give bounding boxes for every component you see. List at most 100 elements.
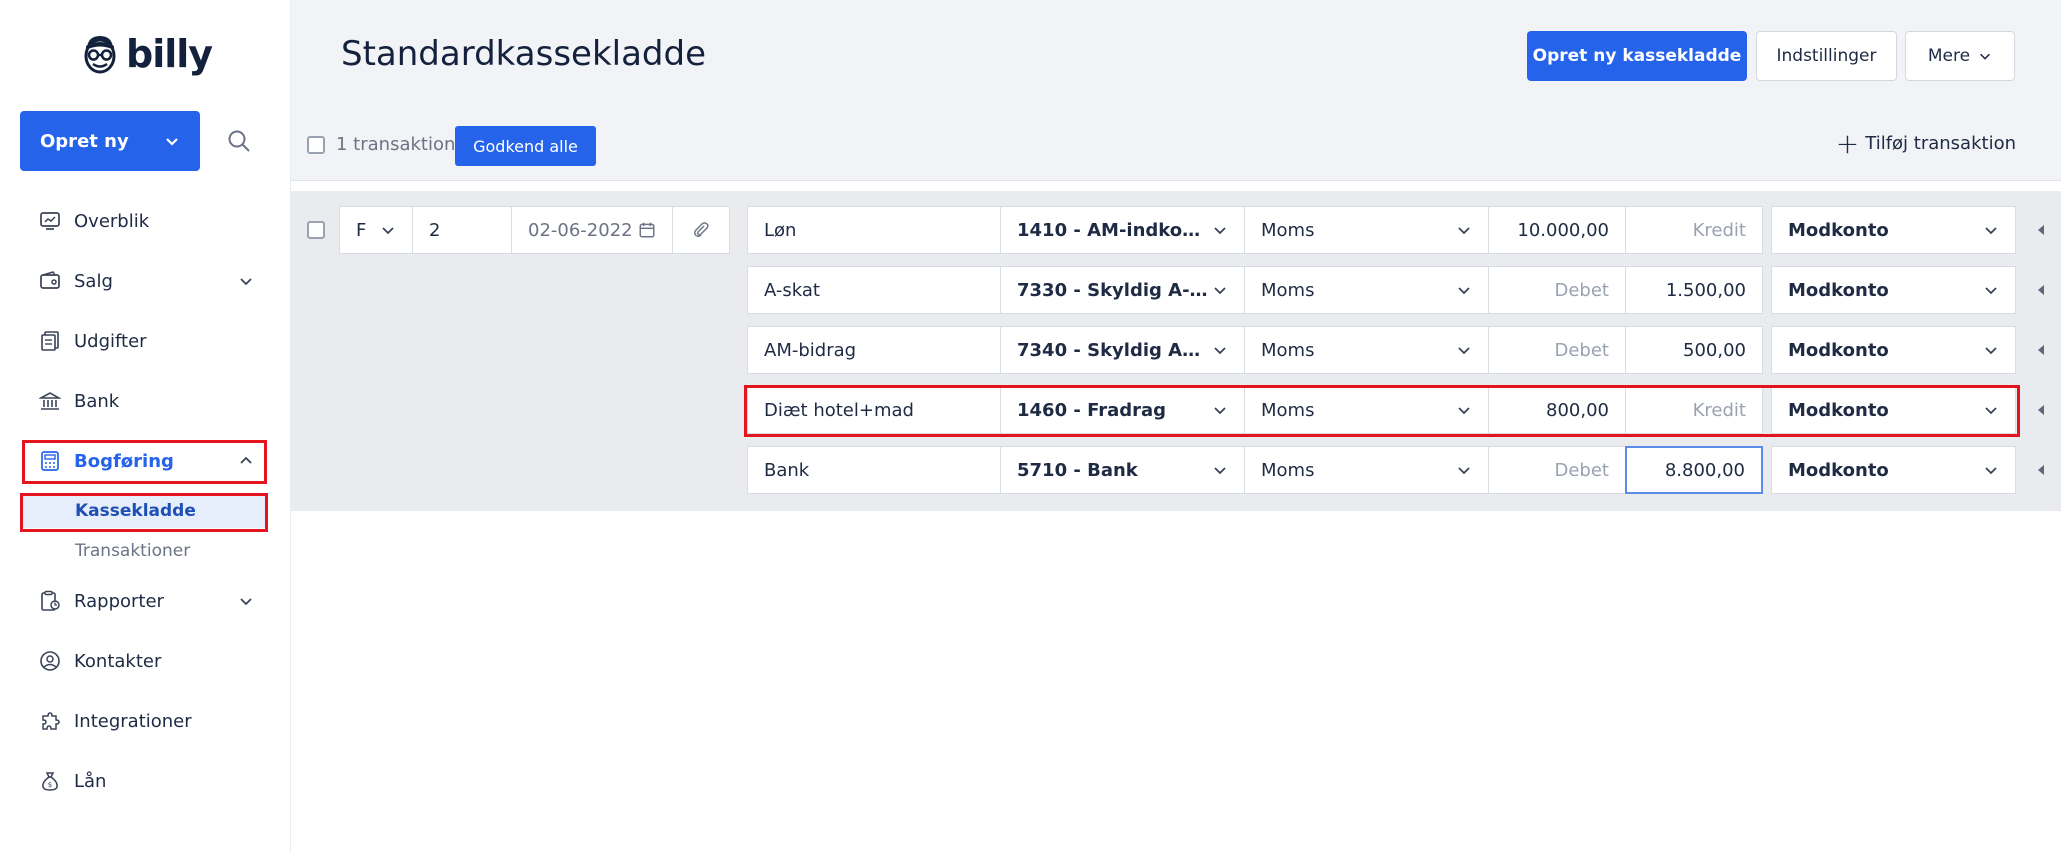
line-debit-input[interactable]: Debet [1488, 326, 1626, 374]
line-vat-select[interactable]: Moms [1244, 206, 1489, 254]
collapse-arrow-icon[interactable] [2038, 465, 2044, 475]
chevron-down-icon [1214, 407, 1226, 415]
line-text-input[interactable]: AM-bidrag [747, 326, 1001, 374]
line-text-input[interactable]: Løn [747, 206, 1001, 254]
sidebar-item-udgifter[interactable]: Udgifter [24, 319, 266, 363]
billy-logo[interactable]: billy [80, 32, 213, 76]
line-debit-value: 800,00 [1546, 399, 1609, 421]
sidebar-item-overblik[interactable]: Overblik [24, 199, 266, 243]
line-debit-input[interactable]: Debet [1488, 266, 1626, 314]
line-account-value: 7340 - Skyldig AM-bi... [1017, 339, 1212, 361]
sidebar-item-bogforing[interactable]: Bogføring [24, 439, 266, 483]
line-debit-input[interactable]: 800,00 [1488, 386, 1626, 434]
line-text-input[interactable]: A-skat [747, 266, 1001, 314]
search-icon[interactable] [226, 128, 252, 154]
transaction-type-select[interactable]: F [339, 206, 413, 254]
transaction-number-input[interactable]: 2 [412, 206, 512, 254]
line-account-select[interactable]: 1410 - AM-indkomst [1000, 206, 1245, 254]
line-credit-value: Kredit [1692, 399, 1746, 421]
line-account-select[interactable]: 5710 - Bank [1000, 446, 1245, 494]
contact-icon [38, 649, 62, 673]
add-transaction-button[interactable]: + Tilføj transaktion [1836, 129, 2016, 157]
line-credit-value: 500,00 [1683, 339, 1746, 361]
line-contra-account-select[interactable]: Modkonto [1771, 446, 2016, 494]
more-button[interactable]: Mere [1905, 31, 2015, 81]
calendar-icon[interactable] [638, 221, 656, 239]
chevron-down-icon [1214, 227, 1226, 235]
line-vat-select[interactable]: Moms [1244, 386, 1489, 434]
main-content: Standardkassekladde Opret ny kassekladde… [291, 0, 2061, 853]
line-debit-value: Debet [1554, 339, 1610, 361]
line-contra-value: Modkonto [1788, 339, 1889, 361]
line-vat-value: Moms [1261, 279, 1315, 301]
line-vat-value: Moms [1261, 219, 1315, 241]
transaction-date-input[interactable]: 02-06-2022 [511, 206, 673, 254]
line-account-select[interactable]: 7340 - Skyldig AM-bi... [1000, 326, 1245, 374]
line-credit-input[interactable]: Kredit [1625, 386, 1763, 434]
line-text-input[interactable]: Bank [747, 446, 1001, 494]
approve-all-button[interactable]: Godkend alle [455, 126, 596, 166]
line-contra-value: Modkonto [1788, 279, 1889, 301]
line-contra-account-select[interactable]: Modkonto [1771, 266, 2016, 314]
line-contra-value: Modkonto [1788, 399, 1889, 421]
line-credit-input[interactable]: 500,00 [1625, 326, 1763, 374]
collapse-arrow-icon[interactable] [2038, 285, 2044, 295]
line-credit-input[interactable]: 1.500,00 [1625, 266, 1763, 314]
sidebar-subitem-label: Kassekladde [75, 501, 196, 521]
line-vat-value: Moms [1261, 459, 1315, 481]
line-debit-value: Debet [1554, 459, 1610, 481]
logo-text: billy [126, 32, 213, 76]
line-vat-select[interactable]: Moms [1244, 266, 1489, 314]
line-text-input[interactable]: Diæt hotel+mad [747, 386, 1001, 434]
chevron-down-icon [1985, 227, 1997, 235]
create-new-button[interactable]: Opret ny [20, 111, 200, 171]
select-all-checkbox[interactable] [307, 136, 325, 154]
billy-mascot-icon [84, 36, 116, 74]
bank-icon [38, 389, 62, 413]
line-credit-input[interactable]: Kredit [1625, 206, 1763, 254]
line-debit-input[interactable]: 10.000,00 [1488, 206, 1626, 254]
line-contra-account-select[interactable]: Modkonto [1771, 386, 2016, 434]
sidebar-item-label: Udgifter [74, 330, 147, 352]
chevron-down-icon [1985, 467, 1997, 475]
line-debit-value: Debet [1554, 279, 1610, 301]
add-transaction-label: Tilføj transaktion [1865, 133, 2016, 154]
create-journal-button[interactable]: Opret ny kassekladde [1527, 31, 1747, 81]
line-vat-select[interactable]: Moms [1244, 326, 1489, 374]
line-account-value: 7330 - Skyldig A-skat [1017, 279, 1212, 301]
page-header: Standardkassekladde Opret ny kassekladde… [291, 0, 2061, 181]
sidebar-subitem-transaktioner[interactable]: Transaktioner [22, 534, 266, 568]
create-new-label: Opret ny [40, 130, 129, 152]
attachment-button[interactable] [672, 206, 730, 254]
line-vat-select[interactable]: Moms [1244, 446, 1489, 494]
line-account-select[interactable]: 7330 - Skyldig A-skat [1000, 266, 1245, 314]
collapse-arrow-icon[interactable] [2038, 405, 2044, 415]
collapse-arrow-icon[interactable] [2038, 345, 2044, 355]
line-contra-account-select[interactable]: Modkonto [1771, 326, 2016, 374]
sidebar-item-integrationer[interactable]: Integrationer [24, 699, 266, 743]
line-account-select[interactable]: 1460 - Fradrag [1000, 386, 1245, 434]
sidebar-item-rapporter[interactable]: Rapporter [24, 579, 266, 623]
settings-button[interactable]: Indstillinger [1756, 31, 1897, 81]
sidebar-item-label: Salg [74, 270, 113, 292]
chevron-down-icon [1985, 287, 1997, 295]
line-debit-input[interactable]: Debet [1488, 446, 1626, 494]
chevron-down-icon [1980, 53, 1991, 60]
puzzle-icon [38, 709, 62, 733]
line-credit-input[interactable]: 8.800,00 [1625, 446, 1763, 494]
sidebar-item-bank[interactable]: Bank [24, 379, 266, 423]
line-text-value: Løn [764, 219, 797, 241]
sidebar-item-lan[interactable]: $ Lån [24, 759, 266, 803]
transaction-checkbox[interactable] [307, 221, 325, 239]
sidebar-item-kontakter[interactable]: Kontakter [24, 639, 266, 683]
sidebar-subitem-kassekladde[interactable]: Kassekladde [22, 494, 266, 528]
chevron-down-icon [1458, 467, 1470, 475]
line-vat-value: Moms [1261, 399, 1315, 421]
report-icon [38, 589, 62, 613]
line-credit-value: 8.800,00 [1664, 459, 1745, 481]
sidebar-item-label: Kontakter [74, 650, 162, 672]
collapse-arrow-icon[interactable] [2038, 225, 2044, 235]
line-contra-account-select[interactable]: Modkonto [1771, 206, 2016, 254]
sidebar-item-salg[interactable]: Salg [24, 259, 266, 303]
page-title: Standardkassekladde [341, 34, 707, 74]
